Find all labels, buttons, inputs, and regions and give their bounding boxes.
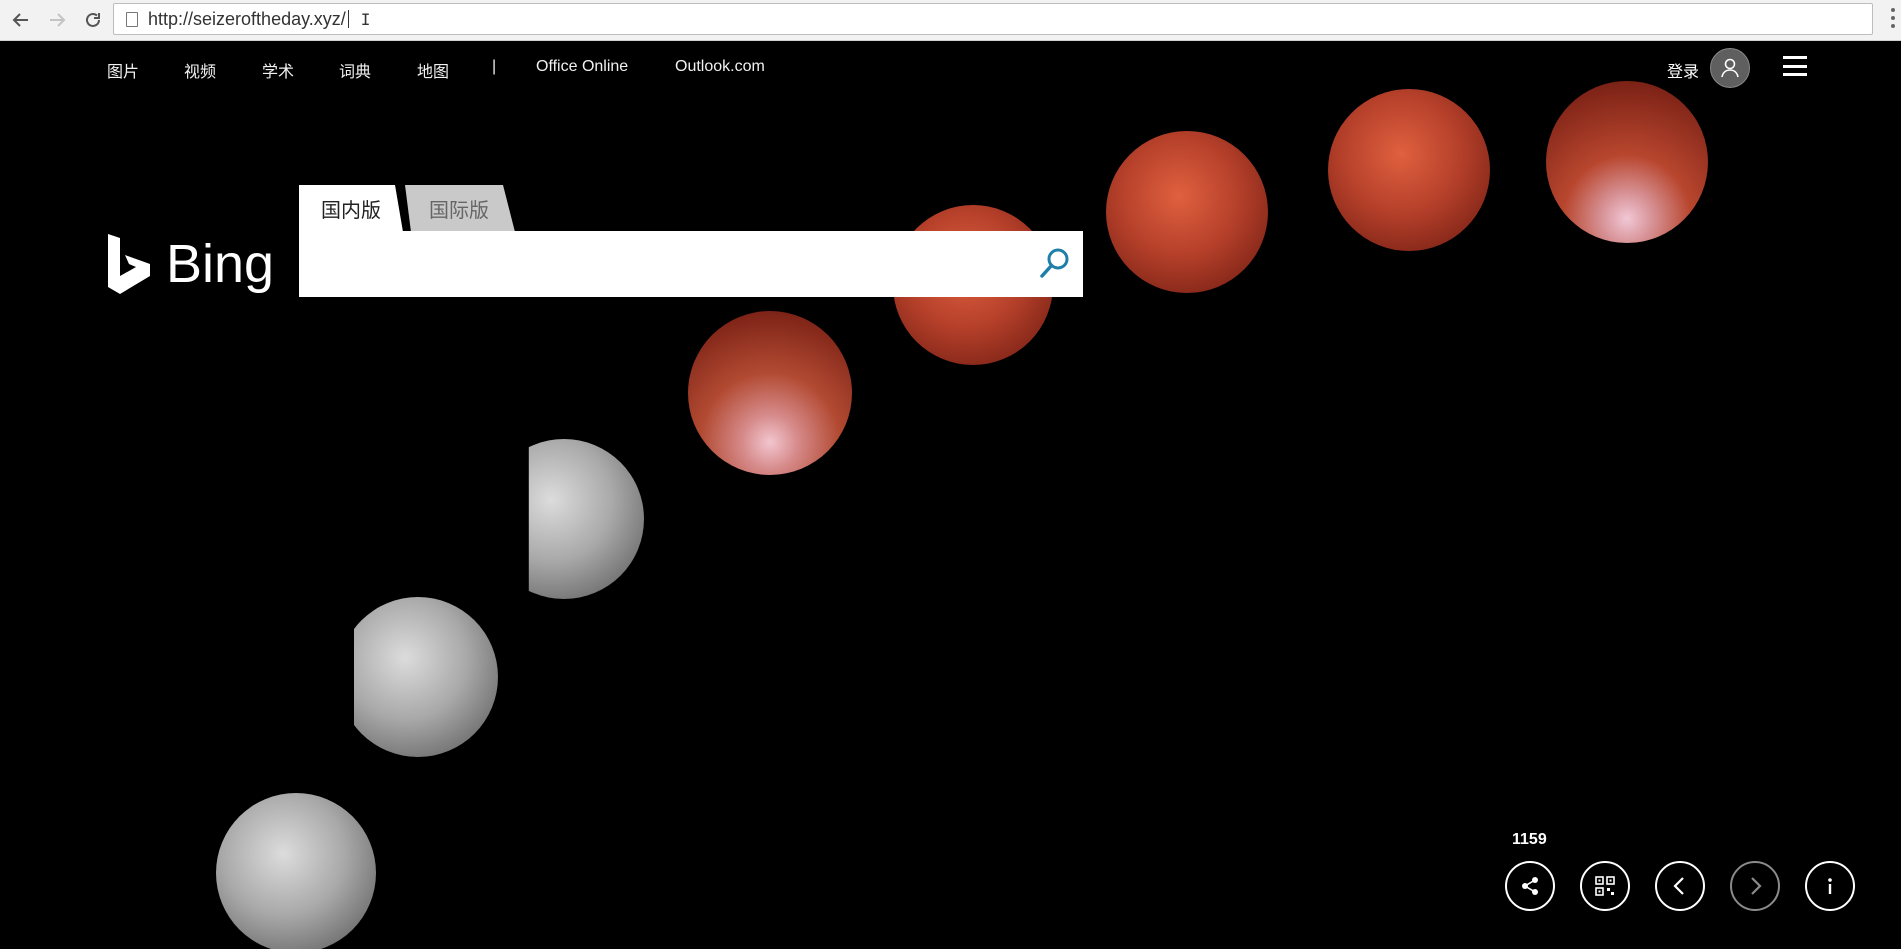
browser-menu-button[interactable]: [1891, 8, 1897, 28]
nav-link-office-online[interactable]: Office Online: [536, 58, 628, 76]
nav-link-videos[interactable]: 视频: [184, 58, 216, 82]
reload-icon: [86, 12, 100, 27]
reload-button[interactable]: [78, 5, 108, 35]
search-icon[interactable]: [1037, 247, 1071, 281]
image-info-button[interactable]: [1805, 861, 1855, 911]
previous-image-button[interactable]: [1655, 861, 1705, 911]
chevron-left-icon: [1673, 877, 1684, 895]
nav-link-academic[interactable]: 学术: [262, 58, 294, 82]
moon-phase: [1106, 131, 1268, 293]
share-count: 1159: [1512, 831, 1547, 848]
back-button[interactable]: [6, 5, 36, 35]
next-image-button[interactable]: [1730, 861, 1780, 911]
moon-phase: [528, 439, 644, 599]
bing-homepage: 图片 视频 学术 词典 地图 | Office Online Outlook.c…: [0, 41, 1901, 949]
nav-link-maps[interactable]: 地图: [417, 58, 449, 82]
share-button[interactable]: [1505, 861, 1555, 911]
user-avatar-button[interactable]: [1710, 48, 1750, 88]
page-icon: [126, 11, 138, 27]
moon-phase: [354, 597, 498, 757]
tab-domestic[interactable]: 国内版: [299, 185, 403, 232]
moon-phase: [1546, 81, 1708, 243]
user-icon: [1721, 58, 1739, 78]
nav-link-outlook[interactable]: Outlook.com: [675, 58, 765, 76]
url-text[interactable]: http://seizeroftheday.xyz/: [148, 9, 346, 30]
address-bar[interactable]: http://seizeroftheday.xyz/ I: [113, 3, 1873, 35]
text-caret: [347, 10, 349, 28]
search-box: [299, 231, 1083, 297]
moon-phase: [1328, 89, 1490, 251]
bing-b-icon: [108, 234, 150, 294]
qr-code-button[interactable]: [1580, 861, 1630, 911]
ibeam-cursor-icon: I: [360, 9, 371, 29]
browser-toolbar: http://seizeroftheday.xyz/ I: [0, 0, 1901, 41]
nav-separator: |: [492, 58, 497, 75]
moon-phase: [216, 793, 376, 949]
info-icon: [1828, 878, 1832, 894]
chevron-right-icon: [1751, 877, 1762, 895]
top-navigation: 图片 视频 学术 词典 地图 | Office Online Outlook.c…: [0, 41, 1901, 97]
bing-logo[interactable]: Bing: [106, 229, 274, 299]
moon-phase: [688, 311, 852, 475]
nav-link-dictionary[interactable]: 词典: [339, 58, 371, 82]
share-icon: [1522, 877, 1538, 895]
logo-text: Bing: [166, 234, 275, 294]
arrow-left-icon: [12, 13, 28, 27]
arrow-right-icon: [50, 13, 66, 27]
nav-link-images[interactable]: 图片: [107, 58, 139, 82]
tab-international[interactable]: 国际版: [405, 185, 515, 232]
login-link[interactable]: 登录: [1667, 58, 1699, 82]
search-input[interactable]: [309, 241, 1009, 287]
qr-code-icon: [1595, 876, 1615, 896]
menu-button[interactable]: [1783, 56, 1807, 76]
forward-button[interactable]: [42, 5, 72, 35]
